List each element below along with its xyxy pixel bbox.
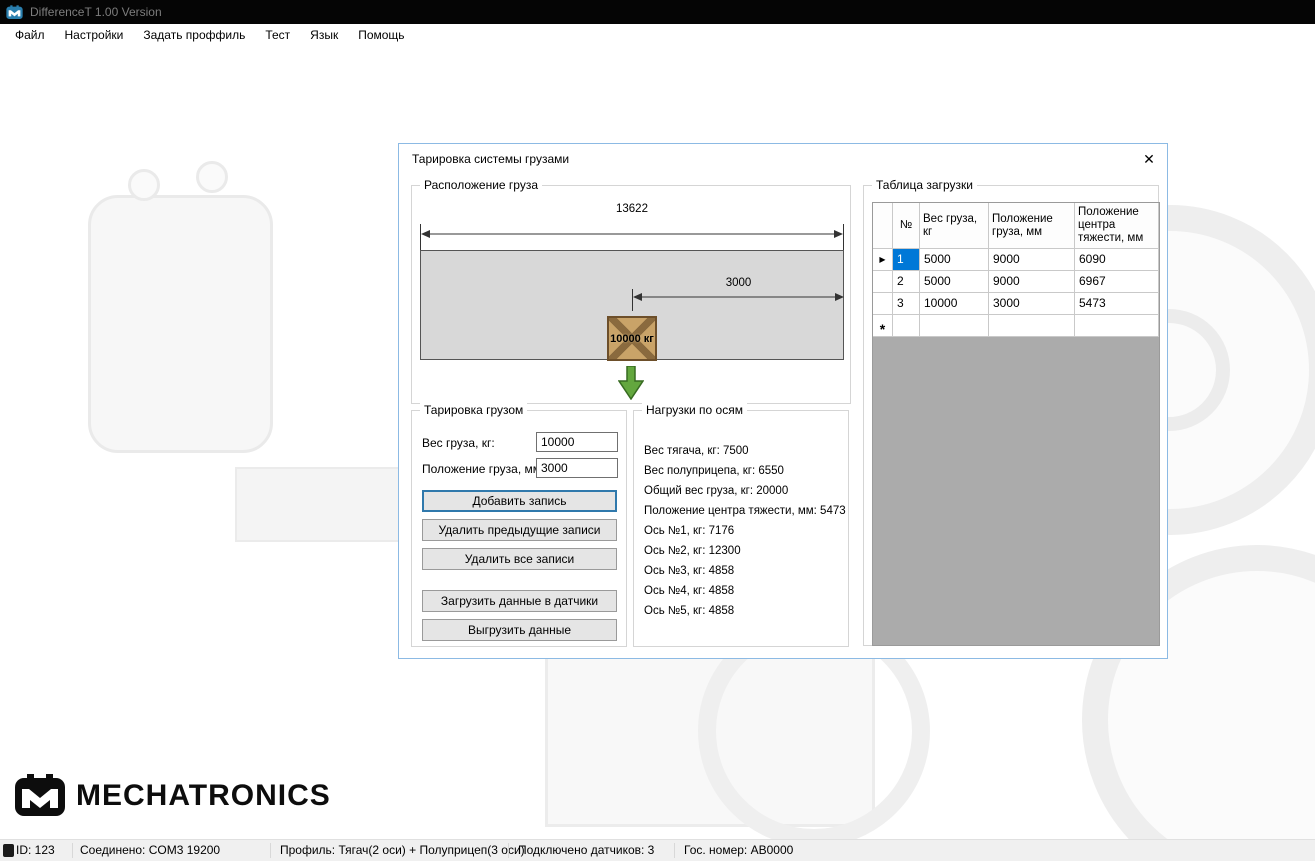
mechatronics-logo-icon <box>14 773 66 819</box>
status-connection: Соединено: COM3 19200 <box>80 840 220 861</box>
bg-valve-2 <box>196 161 228 193</box>
column-header-cg[interactable]: Положение центра тяжести, мм <box>1075 203 1159 249</box>
menu-help[interactable]: Помощь <box>348 24 414 47</box>
group-loading-table-title: Таблица загрузки <box>872 178 977 193</box>
menu-test[interactable]: Тест <box>255 24 300 47</box>
load-data-to-sensors-button[interactable]: Загрузить данные в датчики <box>422 590 617 612</box>
load-down-arrow-icon <box>618 366 644 400</box>
new-row-marker-icon: * <box>880 324 885 334</box>
weight-input[interactable] <box>536 432 618 452</box>
group-loading-table: Таблица загрузки № Вес груза, кг Положен… <box>863 185 1159 646</box>
table-cell-weight[interactable]: 5000 <box>920 271 989 293</box>
total-length-label: 13622 <box>420 203 844 215</box>
statusbar: ID: 123 Соединено: COM3 19200 Профиль: Т… <box>0 839 1315 861</box>
column-header-num[interactable]: № <box>893 203 920 249</box>
weight-label: Вес груза, кг: <box>422 433 495 453</box>
app-icon <box>6 5 23 20</box>
mechatronics-logo: MECHATRONICS <box>14 773 331 819</box>
load-line-cg-position: Положение центра тяжести, мм: 5473 <box>644 501 844 521</box>
statusbar-app-icon <box>3 844 14 857</box>
menu-set-profile[interactable]: Задать проффиль <box>133 24 255 47</box>
bg-air-tank <box>88 195 273 453</box>
menu-settings[interactable]: Настройки <box>55 24 134 47</box>
load-line-total-cargo-weight: Общий вес груза, кг: 20000 <box>644 481 844 501</box>
table-cell-cg[interactable]: 6090 <box>1075 249 1159 271</box>
table-cell-weight[interactable]: 5000 <box>920 249 989 271</box>
status-profile: Профиль: Тягач(2 оси) + Полуприцеп(3 оси… <box>280 840 525 861</box>
client-area: MECHATRONICS Тарировка системы грузами ✕… <box>0 47 1315 839</box>
statusbar-separator <box>72 843 73 858</box>
table-cell-position[interactable]: 3000 <box>989 293 1075 315</box>
table-header-row: № Вес груза, кг Положение груза, мм Поло… <box>873 203 1159 249</box>
taring-dialog: Тарировка системы грузами ✕ Расположение… <box>398 143 1168 659</box>
group-load-layout-title: Расположение груза <box>420 178 542 193</box>
statusbar-separator <box>270 843 271 858</box>
row-marker-cell <box>873 271 893 293</box>
group-taring: Тарировка грузом Вес груза, кг: Положени… <box>411 410 627 647</box>
axle-loads-list: Вес тягача, кг: 7500 Вес полуприцепа, кг… <box>644 441 844 621</box>
table-cell-weight[interactable] <box>920 315 989 337</box>
add-record-button[interactable]: Добавить запись <box>422 490 617 512</box>
new-row-marker: * <box>873 315 893 337</box>
table-row-3: 3 10000 3000 5473 <box>873 293 1159 315</box>
delete-all-records-button[interactable]: Удалить все записи <box>422 548 617 570</box>
table-cell-cg[interactable]: 5473 <box>1075 293 1159 315</box>
menu-language[interactable]: Язык <box>300 24 348 47</box>
menubar: Файл Настройки Задать проффиль Тест Язык… <box>0 24 1315 47</box>
current-row-marker-icon: ▶ <box>879 256 885 264</box>
load-line-axle-1: Ось №1, кг: 7176 <box>644 521 844 541</box>
position-input[interactable] <box>536 458 618 478</box>
load-position-label: 3000 <box>632 277 845 289</box>
table-cell-cg[interactable]: 6967 <box>1075 271 1159 293</box>
statusbar-separator <box>508 843 509 858</box>
delete-previous-records-button[interactable]: Удалить предыдущие записи <box>422 519 617 541</box>
cargo-crate-weight-label: 10000 кг <box>610 333 654 345</box>
load-line-axle-5: Ось №5, кг: 4858 <box>644 601 844 621</box>
header-row-marker-cell <box>873 203 893 249</box>
close-icon[interactable]: ✕ <box>1137 148 1161 170</box>
loading-table-grid: № Вес груза, кг Положение груза, мм Поло… <box>872 202 1160 646</box>
load-line-axle-2: Ось №2, кг: 12300 <box>644 541 844 561</box>
group-axle-loads: Нагрузки по осям Вес тягача, кг: 7500 Ве… <box>633 410 849 647</box>
menu-file[interactable]: Файл <box>5 24 55 47</box>
current-row-marker: ▶ <box>873 249 893 271</box>
table-cell-num[interactable] <box>893 315 920 337</box>
load-line-axle-4: Ось №4, кг: 4858 <box>644 581 844 601</box>
table-new-row: * <box>873 315 1159 337</box>
bg-chassis-frame <box>545 635 875 827</box>
dialog-title: Тарировка системы грузами <box>412 152 569 166</box>
position-label: Положение груза, мм: <box>422 459 544 479</box>
statusbar-separator <box>674 843 675 858</box>
table-cell-position[interactable]: 9000 <box>989 249 1075 271</box>
window-title: DifferenceT 1.00 Version <box>30 5 162 19</box>
table-cell-weight[interactable]: 10000 <box>920 293 989 315</box>
load-position-dimension-line <box>632 289 845 311</box>
table-cell-num[interactable]: 2 <box>893 271 920 293</box>
row-marker-cell <box>873 293 893 315</box>
status-id: ID: 123 <box>16 840 55 861</box>
table-cell-position[interactable]: 9000 <box>989 271 1075 293</box>
table-cell-num[interactable]: 1 <box>893 249 920 271</box>
status-plate-number: Гос. номер: AB0000 <box>684 840 793 861</box>
table-row-2: 2 5000 9000 6967 <box>873 271 1159 293</box>
table-cell-position[interactable] <box>989 315 1075 337</box>
group-taring-title: Тарировка грузом <box>420 403 527 418</box>
titlebar: DifferenceT 1.00 Version <box>0 0 1315 24</box>
column-header-weight[interactable]: Вес груза, кг <box>920 203 989 249</box>
cargo-crate[interactable]: 10000 кг <box>607 316 657 361</box>
table-cell-cg[interactable] <box>1075 315 1159 337</box>
mechatronics-logo-text: MECHATRONICS <box>76 779 331 813</box>
group-axle-loads-title: Нагрузки по осям <box>642 403 747 418</box>
load-line-tractor-weight: Вес тягача, кг: 7500 <box>644 441 844 461</box>
status-sensors-count: Подключено датчиков: 3 <box>518 840 654 861</box>
bg-valve-1 <box>128 169 160 201</box>
column-header-position[interactable]: Положение груза, мм <box>989 203 1075 249</box>
load-line-axle-3: Ось №3, кг: 4858 <box>644 561 844 581</box>
total-length-dimension-line <box>420 224 844 250</box>
unload-data-button[interactable]: Выгрузить данные <box>422 619 617 641</box>
group-load-layout: Расположение груза 13622 3000 10000 кг <box>411 185 851 404</box>
load-line-semitrailer-weight: Вес полуприцепа, кг: 6550 <box>644 461 844 481</box>
table-row-1: ▶ 1 5000 9000 6090 <box>873 249 1159 271</box>
table-cell-num[interactable]: 3 <box>893 293 920 315</box>
